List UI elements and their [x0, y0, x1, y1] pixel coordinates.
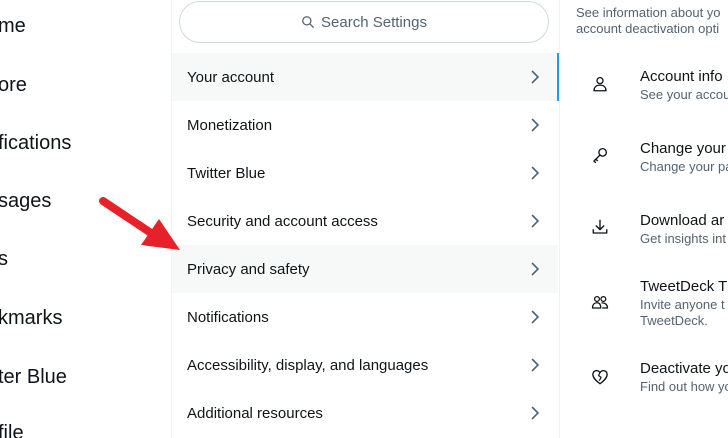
nav-item-lists[interactable]: s	[0, 248, 8, 271]
settings-item-your-account[interactable]: Your account	[172, 53, 559, 101]
detail-item-subtitle: Change your pa	[640, 159, 728, 174]
detail-item-title: Change your	[640, 140, 726, 157]
nav-item-bookmarks[interactable]: kmarks	[0, 307, 62, 330]
detail-item-subtitle: See your accou	[640, 87, 728, 102]
settings-item-label: Privacy and safety	[187, 260, 310, 278]
settings-item-privacy-and-safety[interactable]: Privacy and safety	[172, 245, 558, 293]
nav-item-twitter-blue[interactable]: ter Blue	[0, 366, 67, 389]
nav-item-messages[interactable]: sages	[0, 190, 51, 213]
chevron-right-icon	[531, 262, 540, 276]
settings-item-monetization[interactable]: Monetization	[172, 101, 558, 149]
search-icon	[302, 16, 314, 28]
chevron-right-icon	[531, 166, 540, 180]
chevron-right-icon	[531, 214, 540, 228]
detail-item-change-password[interactable]: Change your Change your pa	[560, 132, 728, 186]
settings-item-additional-resources[interactable]: Additional resources	[172, 389, 558, 437]
search-placeholder: Search Settings	[321, 13, 427, 31]
settings-item-label: Twitter Blue	[187, 164, 266, 182]
chevron-right-icon	[531, 406, 540, 420]
people-icon	[591, 295, 609, 309]
settings-item-label: Your account	[187, 68, 275, 86]
detail-item-download-archive[interactable]: Download ar Get insights int	[560, 204, 728, 258]
key-icon	[593, 147, 608, 164]
nav-item-home[interactable]: me	[0, 15, 26, 38]
detail-item-subtitle: Find out how yo	[640, 379, 728, 394]
detail-intro-line: account deactivation opti	[576, 21, 720, 36]
settings-item-twitter-blue[interactable]: Twitter Blue	[172, 149, 558, 197]
settings-item-label: Notifications	[187, 308, 269, 326]
chevron-right-icon	[531, 358, 540, 372]
settings-item-label: Monetization	[187, 116, 273, 134]
nav-item-explore[interactable]: ore	[0, 74, 27, 97]
account-detail-column: See information about yo account deactiv…	[560, 0, 728, 438]
settings-item-notifications[interactable]: Notifications	[172, 293, 558, 341]
settings-item-label: Security and account access	[187, 212, 378, 230]
settings-item-label: Additional resources	[187, 404, 323, 422]
download-icon	[592, 219, 608, 234]
chevron-right-icon	[531, 310, 540, 324]
detail-intro: See information about yo account deactiv…	[576, 5, 728, 37]
settings-item-security[interactable]: Security and account access	[172, 197, 558, 245]
detail-item-subtitle: TweetDeck.	[640, 313, 708, 328]
detail-item-title: TweetDeck T	[640, 278, 728, 295]
nav-item-profile[interactable]: file	[0, 422, 24, 438]
detail-item-subtitle: Invite anyone t	[640, 297, 725, 312]
detail-intro-line: See information about yo	[576, 5, 721, 20]
chevron-right-icon	[531, 118, 540, 132]
detail-item-tweetdeck-teams[interactable]: TweetDeck T Invite anyone t TweetDeck.	[560, 272, 728, 336]
detail-item-title: Download ar	[640, 212, 725, 229]
detail-item-subtitle: Get insights int	[640, 231, 726, 246]
settings-item-label: Accessibility, display, and languages	[187, 356, 429, 374]
nav-item-notifications[interactable]: fications	[0, 132, 71, 155]
broken-heart-icon	[592, 369, 608, 385]
settings-item-accessibility[interactable]: Accessibility, display, and languages	[172, 341, 558, 389]
person-icon	[593, 76, 607, 92]
detail-item-title: Deactivate yo	[640, 360, 728, 377]
annotation-arrow-icon	[99, 197, 180, 250]
detail-item-deactivate-account[interactable]: Deactivate yo Find out how yo	[560, 354, 728, 408]
detail-item-title: Account info	[640, 68, 723, 85]
settings-column: Search Settings Your account Monetizatio…	[172, 0, 559, 438]
chevron-right-icon	[531, 70, 540, 84]
detail-item-account-information[interactable]: Account info See your accou	[560, 62, 728, 116]
search-settings-input[interactable]: Search Settings	[179, 1, 549, 43]
